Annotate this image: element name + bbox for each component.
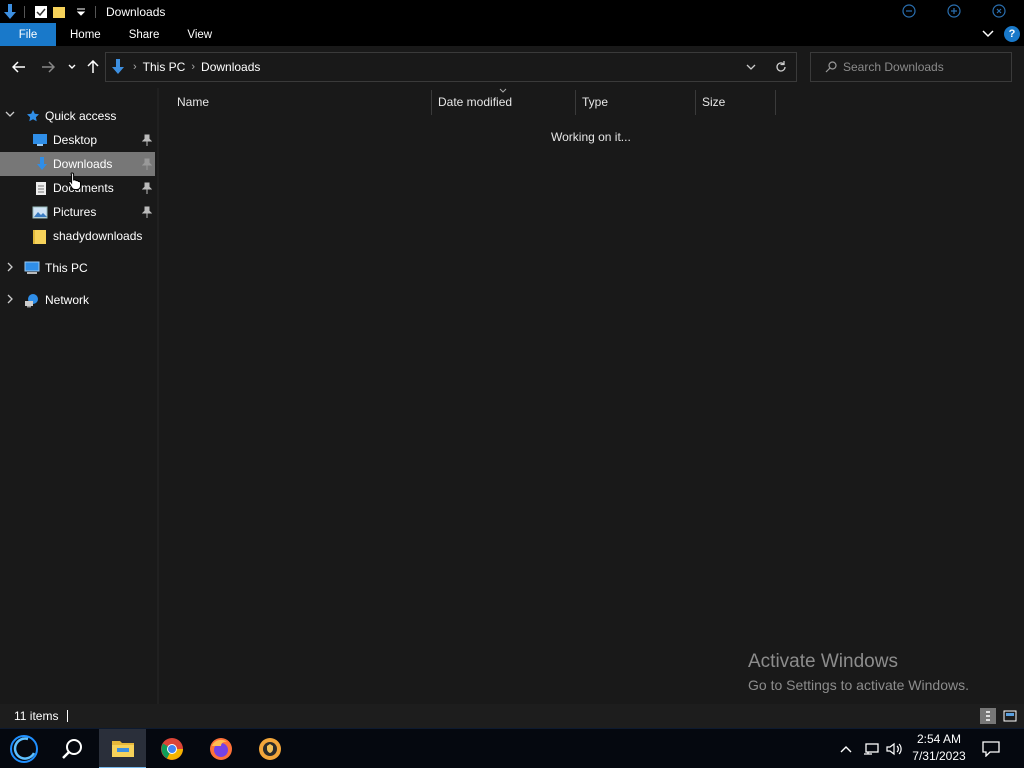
tree-quick-access[interactable]: Quick access [0, 104, 155, 128]
tab-view[interactable]: View [173, 23, 226, 46]
details-view-icon[interactable] [980, 708, 996, 724]
search-icon[interactable] [48, 729, 96, 768]
clock-date: 7/31/2023 [912, 749, 966, 763]
chrome-icon[interactable] [148, 729, 196, 768]
column-header-date-modified[interactable]: Date modified [438, 90, 512, 114]
column-separator[interactable] [431, 90, 432, 115]
tree-label: Pictures [53, 205, 97, 219]
pin-icon[interactable] [142, 158, 152, 170]
breadcrumb-chevron[interactable]: › [191, 61, 195, 73]
star-icon [25, 108, 41, 124]
watermark-subtitle: Go to Settings to activate Windows. [748, 677, 969, 693]
network-icon [24, 292, 40, 308]
tab-file[interactable]: File [0, 23, 56, 46]
forward-button[interactable] [39, 58, 57, 76]
search-icon [825, 61, 837, 73]
toolbar-separator [95, 5, 96, 18]
tree-item-pictures[interactable]: Pictures [0, 200, 155, 224]
file-list-area[interactable] [159, 88, 1024, 704]
expand-ribbon-icon[interactable] [982, 27, 994, 41]
pin-icon[interactable] [142, 134, 152, 146]
show-hidden-icons-icon[interactable] [838, 729, 854, 768]
vpn-icon[interactable] [246, 729, 294, 768]
folder-icon [32, 228, 48, 244]
quick-access-toolbar [0, 0, 102, 23]
collapse-chevron-icon[interactable] [4, 111, 16, 122]
column-header-type[interactable]: Type [582, 90, 608, 114]
network-status-icon[interactable] [862, 729, 880, 768]
breadcrumb-this-pc[interactable]: This PC [143, 60, 186, 74]
downloads-folder-icon [111, 59, 125, 75]
search-input[interactable] [843, 60, 1003, 74]
refresh-icon[interactable] [766, 61, 796, 73]
new-folder-icon[interactable] [51, 4, 67, 20]
breadcrumb-chevron[interactable]: › [133, 61, 137, 73]
pictures-icon [32, 204, 48, 220]
tree-label: Downloads [53, 157, 113, 171]
status-separator [67, 710, 69, 722]
column-header-size[interactable]: Size [702, 90, 725, 114]
title-bar: Downloads [0, 0, 1024, 23]
column-separator[interactable] [575, 90, 576, 115]
tree-label: Desktop [53, 133, 98, 147]
column-separator[interactable] [775, 90, 776, 115]
downloads-icon [34, 156, 50, 172]
ribbon-tabs: File Home Share View ? [0, 23, 1024, 46]
minimize-button[interactable] [900, 2, 918, 20]
recent-locations-button[interactable] [63, 58, 81, 76]
breadcrumb-downloads[interactable]: Downloads [201, 60, 260, 74]
customize-toolbar-icon[interactable] [73, 4, 89, 20]
search-box[interactable] [810, 52, 1012, 82]
tab-home[interactable]: Home [56, 23, 115, 46]
tree-item-shadydownloads[interactable]: shadydownloads [0, 224, 155, 248]
tab-share[interactable]: Share [115, 23, 174, 46]
properties-icon[interactable] [33, 4, 49, 20]
start-icon[interactable] [0, 729, 48, 768]
loading-status: Working on it... [551, 130, 631, 144]
back-button[interactable] [10, 58, 28, 76]
tree-label: shadydownloads [53, 229, 143, 243]
address-bar[interactable]: › This PC › Downloads [105, 52, 797, 82]
watermark-title: Activate Windows [748, 651, 898, 672]
window-title: Downloads [106, 4, 166, 19]
close-button[interactable] [990, 2, 1008, 20]
documents-icon [33, 180, 49, 196]
computer-icon [24, 260, 40, 276]
clock-time: 2:54 AM [916, 732, 962, 746]
status-bar: 11 items [0, 704, 1024, 728]
taskbar: 2:54 AM 7/31/2023 [0, 728, 1024, 768]
mouse-cursor-icon [68, 172, 82, 193]
expand-chevron-icon[interactable] [4, 262, 16, 275]
item-count: 11 items [14, 709, 59, 723]
tree-label: Documents [53, 181, 114, 195]
volume-icon[interactable] [885, 729, 905, 768]
notifications-icon[interactable] [980, 729, 1002, 768]
tree-this-pc[interactable]: This PC [0, 256, 155, 280]
expand-chevron-icon[interactable] [4, 294, 16, 307]
large-icons-view-icon[interactable] [1002, 708, 1018, 724]
desktop-icon [32, 132, 48, 148]
pin-icon[interactable] [142, 206, 152, 218]
tree-network[interactable]: Network [0, 288, 155, 312]
column-separator[interactable] [695, 90, 696, 115]
help-icon[interactable]: ? [1004, 26, 1020, 42]
activate-windows-watermark: Activate Windows Go to Settings to activ… [748, 651, 969, 693]
tree-label: This PC [45, 261, 88, 275]
tree-label: Network [45, 293, 90, 307]
window-controls [900, 2, 1008, 20]
tree-label: Quick access [45, 109, 117, 123]
maximize-button[interactable] [945, 2, 963, 20]
pin-icon[interactable] [142, 182, 152, 194]
up-button[interactable] [84, 58, 102, 76]
address-dropdown-icon[interactable] [736, 64, 766, 70]
taskbar-clock[interactable]: 2:54 AM 7/31/2023 [906, 731, 972, 765]
download-arrow-icon [2, 3, 18, 20]
tree-item-desktop[interactable]: Desktop [0, 128, 155, 152]
firefox-icon[interactable] [197, 729, 245, 768]
toolbar-separator [24, 5, 25, 18]
file-explorer-icon[interactable] [99, 729, 146, 768]
column-header-name[interactable]: Name [177, 90, 209, 114]
